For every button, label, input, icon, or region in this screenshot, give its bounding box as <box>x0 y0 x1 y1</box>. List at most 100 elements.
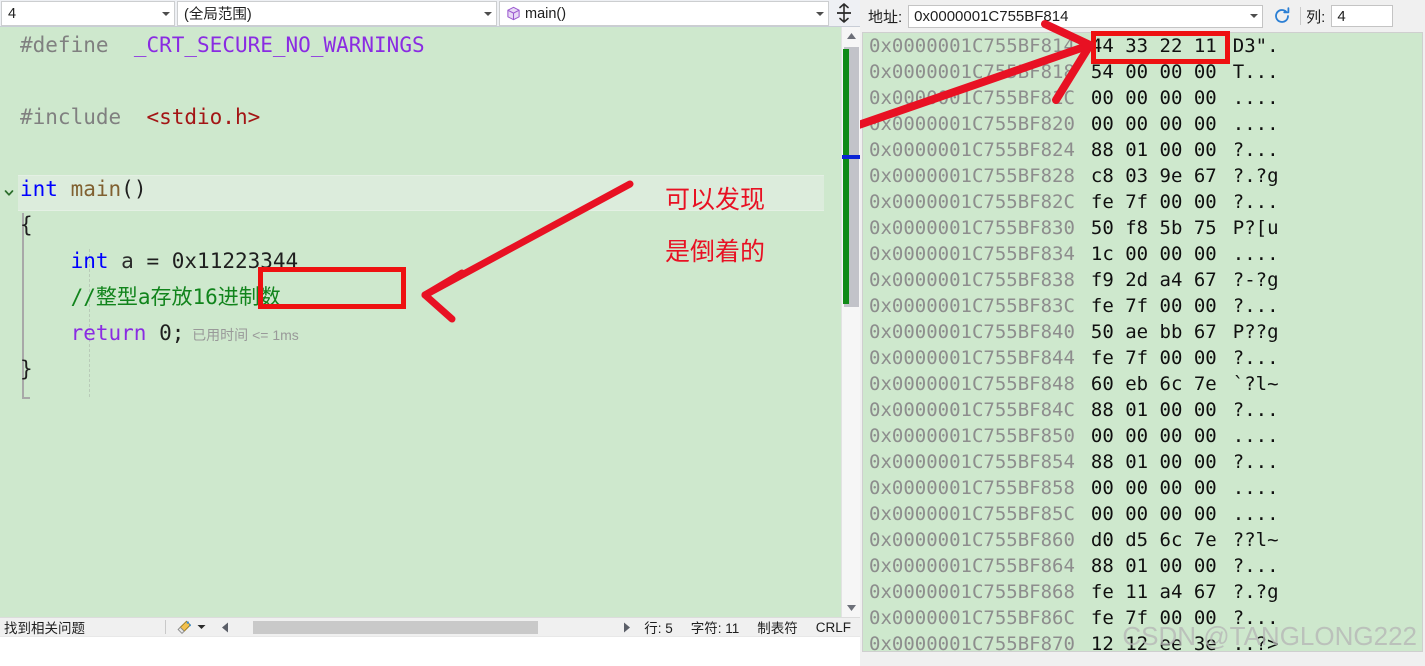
editor-horizontal-scrollbar[interactable] <box>216 617 635 637</box>
memory-ascii: ?... <box>1232 555 1279 577</box>
memory-ascii: `?l~ <box>1232 373 1279 395</box>
memory-hex-bytes: 88 01 00 00 <box>1090 555 1217 577</box>
memory-row[interactable]: 0x0000001C755BF85C 00 00 00 00.... <box>863 501 1422 527</box>
memory-row[interactable]: 0x0000001C755BF848 60 eb 6c 7e `?l~ <box>863 371 1422 397</box>
code-token-num: 0 <box>159 321 172 345</box>
memory-address: 0x0000001C755BF838 <box>869 269 1075 291</box>
hex-literal-highlight-box <box>258 267 406 309</box>
memory-row[interactable]: 0x0000001C755BF844 fe 7f 00 00?... <box>863 345 1422 371</box>
memory-hex-bytes: 88 01 00 00 <box>1090 139 1217 161</box>
code-token-plain: ; <box>171 321 185 345</box>
chevron-down-icon[interactable] <box>812 2 828 25</box>
memory-window-footer <box>862 652 1423 666</box>
visual-studio-debug-window: 4 (全局范围) main() #define _CRT_SECURE_NO_W… <box>0 0 1425 666</box>
scrollbar-track[interactable] <box>233 617 619 637</box>
chevron-down-icon[interactable] <box>158 2 174 25</box>
memory-row[interactable]: 0x0000001C755BF864 88 01 00 00?... <box>863 553 1422 579</box>
triangle-left-icon[interactable] <box>216 618 233 637</box>
address-input[interactable]: 0x0000001C755BF814 <box>908 4 1264 28</box>
editor-glyph-margin[interactable] <box>0 27 18 617</box>
memory-hex-bytes: 00 00 00 00 <box>1090 477 1217 499</box>
memory-row[interactable]: 0x0000001C755BF824 88 01 00 00?... <box>863 137 1422 163</box>
scope-global-value: (全局范围) <box>184 7 252 23</box>
memory-row[interactable]: 0x0000001C755BF868 fe 11 a4 67 ?.?g <box>863 579 1422 605</box>
columns-input[interactable]: 4 <box>1331 5 1394 27</box>
scope-function-dropdown[interactable]: main() <box>499 1 829 26</box>
scroll-up-icon[interactable] <box>842 27 861 45</box>
memory-row[interactable]: 0x0000001C755BF820 00 00 00 00.... <box>863 111 1422 137</box>
memory-row[interactable]: 0x0000001C755BF84C 88 01 00 00?... <box>863 397 1422 423</box>
memory-ascii: D3". <box>1232 35 1279 57</box>
memory-row[interactable]: 0x0000001C755BF830 50 f8 5b 75 P?[u <box>863 215 1422 241</box>
code-token-cmt: //整型a存放16进制数 <box>70 285 281 309</box>
code-token-fn: main <box>70 177 122 201</box>
memory-hex-bytes: c8 03 9e 67 <box>1090 165 1217 187</box>
memory-row[interactable]: 0x0000001C755BF838 f9 2d a4 67 ?-?g <box>863 267 1422 293</box>
memory-row[interactable]: 0x0000001C755BF854 88 01 00 00?... <box>863 449 1422 475</box>
memory-ascii: .... <box>1232 425 1279 447</box>
memory-ascii: ?... <box>1232 607 1279 629</box>
memory-ascii: ?.?g <box>1232 581 1279 603</box>
memory-row[interactable]: 0x0000001C755BF834 1c 00 00 00.... <box>863 241 1422 267</box>
triangle-right-icon[interactable] <box>618 618 635 637</box>
memory-row[interactable]: 0x0000001C755BF828 c8 03 9e 67 ?.?g <box>863 163 1422 189</box>
chevron-down-icon[interactable] <box>480 2 496 25</box>
memory-address: 0x0000001C755BF844 <box>869 347 1075 369</box>
memory-row[interactable]: 0x0000001C755BF850 00 00 00 00.... <box>863 423 1422 449</box>
split-window-icon[interactable] <box>832 0 856 26</box>
code-line: //整型a存放16进制数 <box>18 279 824 315</box>
memory-address: 0x0000001C755BF828 <box>869 165 1075 187</box>
code-token-plain: } <box>20 357 33 381</box>
memory-row[interactable]: 0x0000001C755BF858 00 00 00 00.... <box>863 475 1422 501</box>
memory-row[interactable]: 0x0000001C755BF860 d0 d5 6c 7e ??l~ <box>863 527 1422 553</box>
memory-row[interactable]: 0x0000001C755BF81C 00 00 00 00.... <box>863 85 1422 111</box>
status-line-ending: CRLF <box>815 619 851 635</box>
memory-address: 0x0000001C755BF858 <box>869 477 1075 499</box>
memory-address: 0x0000001C755BF864 <box>869 555 1075 577</box>
memory-hex-bytes: 00 00 00 00 <box>1090 425 1217 447</box>
code-cleanup-button[interactable] <box>166 619 216 636</box>
memory-row[interactable]: 0x0000001C755BF82C fe 7f 00 00?... <box>863 189 1422 215</box>
memory-ascii: P?[u <box>1232 217 1279 239</box>
scrollbar-thumb[interactable] <box>253 620 538 634</box>
memory-hex-bytes: fe 7f 00 00 <box>1090 347 1217 369</box>
columns-value: 4 <box>1337 7 1346 25</box>
memory-ascii: ?... <box>1232 347 1279 369</box>
memory-dump-list[interactable]: 0x0000001C755BF814 44 33 22 11 D3". 0x00000… <box>862 32 1423 652</box>
memory-row[interactable]: 0x0000001C755BF840 50 ae bb 67 P??g <box>863 319 1422 345</box>
columns-label: 列: <box>1306 8 1326 26</box>
code-token-ident: a <box>121 249 134 273</box>
memory-address: 0x0000001C755BF860 <box>869 529 1075 551</box>
code-token-macro: _CRT_SECURE_NO_WARNINGS <box>133 33 425 57</box>
scope-line-dropdown[interactable]: 4 <box>1 1 175 26</box>
memory-row[interactable]: 0x0000001C755BF870 12 12 ee 3e ..?> <box>863 631 1422 652</box>
memory-hex-bytes: 12 12 ee 3e <box>1090 633 1217 652</box>
editor-status-bar: 找到相关问题 行: 5 字符: 11 制表符 CRLF <box>0 617 860 637</box>
code-editor-surface[interactable]: #define _CRT_SECURE_NO_WARNINGS #include … <box>0 27 860 617</box>
scope-global-dropdown[interactable]: (全局范围) <box>177 1 497 26</box>
memory-ascii: ?.?g <box>1232 165 1279 187</box>
memory-row[interactable]: 0x0000001C755BF83C fe 7f 00 00?... <box>863 293 1422 319</box>
chevron-down-icon[interactable] <box>2 175 16 211</box>
memory-address: 0x0000001C755BF86C <box>869 607 1075 629</box>
status-line-number: 行: 5 <box>644 621 673 636</box>
memory-hex-bytes: 1c 00 00 00 <box>1090 243 1217 265</box>
memory-ascii: ..?> <box>1232 633 1279 652</box>
scroll-down-icon[interactable] <box>842 599 861 617</box>
memory-row[interactable]: 0x0000001C755BF86C fe 7f 00 00?... <box>863 605 1422 631</box>
refresh-icon[interactable] <box>1269 4 1295 28</box>
annotation-note-line-2: 是倒着的 <box>665 238 766 266</box>
memory-hex-bytes: 60 eb 6c 7e <box>1090 373 1217 395</box>
first-bytes-highlight-box <box>1091 31 1230 64</box>
editor-vertical-scrollbar[interactable] <box>841 27 861 617</box>
memory-address: 0x0000001C755BF83C <box>869 295 1075 317</box>
chevron-down-icon[interactable] <box>1246 6 1262 27</box>
code-text[interactable]: #define _CRT_SECURE_NO_WARNINGS #include … <box>18 27 824 617</box>
memory-address: 0x0000001C755BF870 <box>869 633 1075 652</box>
memory-ascii: T... <box>1232 61 1279 83</box>
